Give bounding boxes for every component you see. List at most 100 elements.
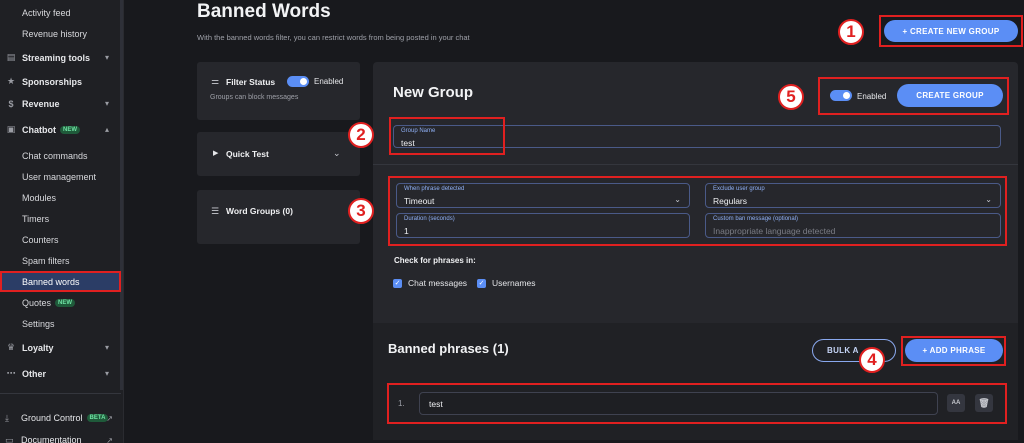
sidebar-item-label: Revenue bbox=[22, 98, 60, 109]
external-link-icon: ↗ bbox=[106, 413, 113, 423]
beta-badge: BETA bbox=[86, 414, 109, 422]
chevron-down-icon: ⌄ bbox=[985, 195, 992, 204]
phrase-number: 1. bbox=[398, 399, 405, 408]
custom-ban-message-placeholder: Inappropriate language detected bbox=[713, 226, 836, 236]
sidebar-item-loyalty[interactable]: ♛ Loyalty ▾ bbox=[0, 337, 121, 358]
sidebar-item-label: Sponsorships bbox=[22, 76, 83, 87]
sidebar-item-label: Timers bbox=[22, 213, 50, 224]
duration-label: Duration (seconds) bbox=[404, 216, 455, 222]
filter-status-card: ⚌ Filter Status Enabled Groups can block… bbox=[197, 62, 360, 120]
annotation-callout-2: 2 bbox=[348, 122, 374, 148]
star-icon: ★ bbox=[6, 76, 16, 86]
add-phrase-button[interactable]: + ADD PHRASE bbox=[905, 339, 1003, 362]
sidebar-item-modules[interactable]: Modules bbox=[0, 187, 121, 208]
sidebar-item-ground-control[interactable]: ⤓ Ground Control BETA ↗ bbox=[0, 408, 121, 428]
sidebar-item-label: Revenue history bbox=[22, 28, 88, 39]
when-phrase-detected-value: Timeout bbox=[404, 196, 435, 206]
list-icon: ☰ bbox=[211, 206, 220, 216]
banned-phrases-title: Banned phrases (1) bbox=[388, 341, 509, 356]
quick-test-card[interactable]: ▶ Quick Test ⌄ bbox=[197, 132, 360, 176]
sidebar-item-user-management[interactable]: User management bbox=[0, 166, 121, 187]
new-badge: NEW bbox=[55, 298, 76, 307]
annotation-callout-4: 4 bbox=[859, 347, 885, 373]
create-new-group-button[interactable]: + CREATE NEW GROUP bbox=[884, 20, 1018, 42]
duration-input[interactable]: Duration (seconds) 1 bbox=[396, 213, 690, 238]
when-phrase-detected-label: When phrase detected bbox=[404, 186, 465, 192]
chevron-down-icon[interactable]: ⌄ bbox=[333, 148, 341, 159]
filter-status-title: Filter Status bbox=[226, 77, 276, 87]
filter-status-toggle-label: Enabled bbox=[314, 77, 344, 86]
sidebar-item-label: Documentation bbox=[21, 435, 82, 443]
check-for-phrases-label: Check for phrases in: bbox=[394, 256, 476, 265]
sidebar-item-banned-words[interactable]: Banned words bbox=[0, 271, 121, 292]
streaming-tools-icon: ▤ bbox=[6, 52, 16, 62]
sidebar-item-settings[interactable]: Settings bbox=[0, 313, 121, 334]
sidebar-item-label: Loyalty bbox=[22, 342, 54, 353]
annotation-callout-5: 5 bbox=[778, 84, 804, 110]
usernames-checkbox[interactable]: ✓ Usernames bbox=[477, 278, 535, 288]
phrase-input[interactable]: test bbox=[419, 392, 938, 415]
word-groups-card: ☰ Word Groups (0) bbox=[197, 190, 360, 244]
sidebar-item-label: User management bbox=[22, 171, 97, 182]
group-name-value: test bbox=[401, 138, 415, 148]
loyalty-icon: ♛ bbox=[6, 342, 16, 352]
annotation-callout-1: 1 bbox=[838, 19, 864, 45]
custom-ban-message-label: Custom ban message (optional) bbox=[713, 216, 799, 222]
sidebar-item-documentation[interactable]: ▭ Documentation ↗ bbox=[0, 430, 121, 443]
dollar-icon: $ bbox=[8, 98, 14, 109]
chat-messages-checkbox[interactable]: ✓ Chat messages bbox=[393, 278, 467, 288]
custom-ban-message-input[interactable]: Custom ban message (optional) Inappropri… bbox=[705, 213, 1001, 238]
group-name-field[interactable]: Group Name test bbox=[393, 125, 1001, 148]
sidebar-item-spam-filters[interactable]: Spam filters bbox=[0, 250, 121, 271]
sidebar: Activity feed Revenue history ▤ Streamin… bbox=[0, 0, 124, 443]
sidebar-item-label: Chatbot bbox=[22, 124, 56, 135]
new-badge: NEW bbox=[60, 125, 80, 134]
sliders-icon: ⚌ bbox=[211, 76, 220, 86]
chevron-down-icon: ⌄ bbox=[674, 195, 681, 204]
sidebar-item-chatbot[interactable]: ▣ Chatbot NEW ▴ bbox=[0, 119, 121, 140]
sidebar-item-label: Other bbox=[22, 368, 47, 379]
group-enabled-toggle[interactable] bbox=[830, 90, 852, 101]
sidebar-item-label: Counters bbox=[22, 234, 59, 245]
checkmark-icon: ✓ bbox=[477, 278, 486, 288]
chevron-down-icon: ▾ bbox=[104, 369, 109, 378]
new-group-title: New Group bbox=[393, 84, 474, 101]
usernames-label: Usernames bbox=[492, 278, 536, 288]
exclude-user-group-select[interactable]: Exclude user group Regulars ⌄ bbox=[705, 183, 1001, 208]
annotation-callout-3: 3 bbox=[348, 198, 374, 224]
sidebar-item-chat-commands[interactable]: Chat commands bbox=[0, 145, 121, 166]
chat-messages-label: Chat messages bbox=[408, 278, 468, 288]
group-name-label: Group Name bbox=[401, 128, 436, 134]
chevron-down-icon: ▾ bbox=[104, 343, 109, 352]
sidebar-item-revenue[interactable]: $ Revenue ▾ bbox=[0, 93, 121, 114]
sidebar-item-counters[interactable]: Counters bbox=[0, 229, 121, 250]
checkmark-icon: ✓ bbox=[393, 278, 402, 288]
chevron-up-icon: ▴ bbox=[104, 125, 109, 134]
sidebar-item-timers[interactable]: Timers bbox=[0, 208, 121, 229]
sidebar-item-label: Settings bbox=[22, 318, 55, 329]
trash-icon[interactable]: 🗑 bbox=[975, 394, 993, 412]
page-description: With the banned words filter, you can re… bbox=[197, 33, 470, 42]
sidebar-item-activity-feed[interactable]: Activity feed bbox=[0, 2, 121, 23]
filter-status-toggle[interactable] bbox=[287, 76, 309, 87]
chevron-down-icon: ▾ bbox=[104, 53, 109, 62]
sidebar-item-quotes[interactable]: Quotes NEW bbox=[0, 292, 121, 313]
sidebar-item-label: Chat commands bbox=[22, 150, 88, 161]
filter-status-subtitle: Groups can block messages bbox=[210, 94, 299, 101]
sidebar-item-other[interactable]: ⋯ Other ▾ bbox=[0, 363, 121, 384]
chatbot-icon: ▣ bbox=[6, 124, 16, 134]
case-sensitive-button[interactable]: AA bbox=[947, 394, 965, 412]
sidebar-item-revenue-history[interactable]: Revenue history bbox=[0, 23, 121, 44]
sidebar-item-label: Banned words bbox=[22, 276, 80, 287]
more-icon: ⋯ bbox=[6, 368, 16, 378]
sidebar-item-streaming-tools[interactable]: ▤ Streaming tools ▾ bbox=[0, 47, 121, 68]
phrase-value: test bbox=[429, 399, 443, 409]
chevron-down-icon: ▾ bbox=[104, 99, 109, 108]
download-icon: ⤓ bbox=[5, 412, 9, 423]
create-group-button[interactable]: CREATE GROUP bbox=[897, 84, 1003, 107]
document-icon: ▭ bbox=[5, 434, 14, 443]
sidebar-item-label: Spam filters bbox=[22, 255, 70, 266]
when-phrase-detected-select[interactable]: When phrase detected Timeout ⌄ bbox=[396, 183, 690, 208]
section-divider bbox=[373, 164, 1018, 165]
sidebar-item-sponsorships[interactable]: ★ Sponsorships bbox=[0, 71, 121, 92]
